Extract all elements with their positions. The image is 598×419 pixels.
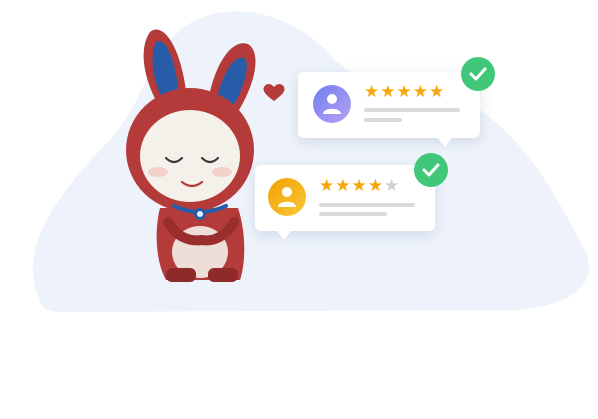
review-text-placeholder (364, 108, 460, 112)
right-foot (208, 268, 238, 282)
star-icon: ★ (351, 176, 367, 196)
user-avatar (268, 178, 306, 216)
star-icon: ★ (412, 82, 428, 102)
star-icon: ★ (396, 82, 412, 102)
star-icon: ★ (367, 176, 383, 196)
user-avatar (313, 85, 351, 123)
star-rating: ★ ★ ★ ★ ★ (319, 178, 399, 195)
review-text-placeholder (319, 203, 415, 207)
star-icon: ★ (335, 176, 351, 196)
user-icon (278, 187, 296, 207)
right-cheek (212, 167, 232, 177)
left-foot (166, 268, 196, 282)
star-empty-icon: ★ (384, 176, 400, 196)
review-text-placeholder (319, 212, 387, 216)
star-icon: ★ (380, 82, 396, 102)
checkmark-icon (461, 57, 495, 91)
star-rating: ★ ★ ★ ★ ★ (364, 84, 444, 101)
checkmark-icon (414, 153, 448, 187)
heart-icon (263, 84, 285, 101)
left-cheek (148, 167, 168, 177)
star-icon: ★ (364, 82, 380, 102)
review-card: ★ ★ ★ ★ ★ (298, 72, 480, 147)
review-illustration: ★ ★ ★ ★ ★ ★ ★ ★ ★ ★ (0, 0, 598, 419)
user-icon (323, 94, 341, 114)
star-icon: ★ (429, 82, 445, 102)
bunny-mascot (126, 29, 256, 282)
face (140, 110, 240, 202)
review-card: ★ ★ ★ ★ ★ (255, 165, 435, 240)
review-text-placeholder (364, 118, 402, 122)
star-icon: ★ (319, 176, 335, 196)
